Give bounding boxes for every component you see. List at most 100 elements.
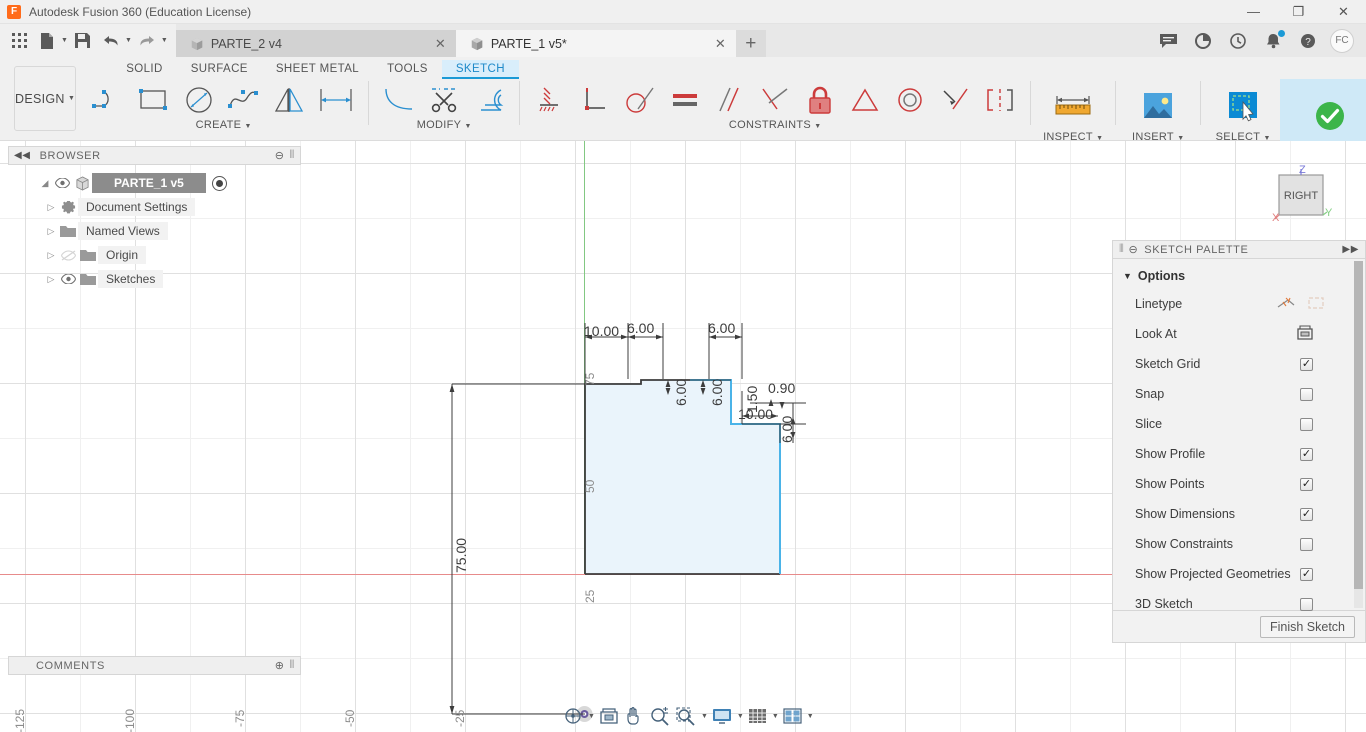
tree-row-root[interactable]: ◢ PARTE_1 v5: [8, 171, 301, 195]
option-linetype[interactable]: Linetype: [1113, 289, 1365, 319]
grip-icon[interactable]: ⦀: [290, 149, 295, 162]
new-document-icon[interactable]: [34, 28, 60, 54]
green-check-icon[interactable]: [1313, 89, 1347, 143]
show-dimensions-checkbox[interactable]: ✓: [1300, 507, 1313, 521]
redo-group[interactable]: ▼: [134, 28, 168, 54]
midpoint-icon[interactable]: [844, 80, 886, 120]
zoom-window-icon[interactable]: [674, 705, 698, 727]
tree-row-sketches[interactable]: ▷ Sketches: [8, 267, 301, 291]
chevron-down-icon[interactable]: ▼: [588, 713, 595, 720]
coincident-icon[interactable]: [934, 80, 976, 120]
equal-icon[interactable]: [664, 80, 706, 120]
expand-arrow-icon[interactable]: ◢: [38, 178, 52, 189]
tree-row-named-views[interactable]: ▷ Named Views: [8, 219, 301, 243]
comment-icon[interactable]: [1155, 28, 1181, 54]
mirror-icon[interactable]: [268, 80, 310, 120]
option-sketch-grid[interactable]: Sketch Grid ✓: [1113, 349, 1365, 379]
select-cursor-icon[interactable]: [1226, 79, 1260, 133]
snap-checkbox[interactable]: [1300, 387, 1313, 401]
visibility-off-eye-icon[interactable]: [58, 249, 78, 261]
show-projected-geometries-checkbox[interactable]: ✓: [1300, 567, 1313, 581]
expand-arrow-icon[interactable]: ▷: [44, 226, 58, 237]
chevron-down-icon[interactable]: ▼: [772, 713, 779, 720]
offset-icon[interactable]: [468, 80, 510, 120]
minimize-button[interactable]: —: [1231, 0, 1276, 24]
tree-row-document-settings[interactable]: ▷ Document Settings: [8, 195, 301, 219]
option-3d-sketch[interactable]: 3D Sketch: [1113, 589, 1365, 619]
tab-tools[interactable]: TOOLS: [373, 60, 442, 79]
avatar[interactable]: FC: [1330, 28, 1354, 53]
save-icon[interactable]: [70, 28, 96, 54]
option-show-dimensions[interactable]: Show Dimensions ✓: [1113, 499, 1365, 529]
tab-sheet-metal[interactable]: SHEET METAL: [262, 60, 373, 79]
perpendicular-icon[interactable]: [574, 80, 616, 120]
rectangle-icon[interactable]: [133, 80, 175, 120]
view-cube[interactable]: Z RIGHT X Y: [1261, 161, 1341, 231]
help-icon[interactable]: ?: [1295, 28, 1321, 54]
viewports-icon[interactable]: [781, 705, 804, 727]
panel-constraints-label[interactable]: CONSTRAINTS ▼: [729, 119, 822, 131]
insert-image-icon[interactable]: [1140, 79, 1176, 133]
show-points-checkbox[interactable]: ✓: [1300, 477, 1313, 491]
chevron-down-icon[interactable]: ▼: [1123, 271, 1132, 281]
centerline-icon[interactable]: [1307, 296, 1325, 313]
tab-surface[interactable]: SURFACE: [177, 60, 262, 79]
activate-component-radio[interactable]: [211, 175, 227, 191]
measure-icon[interactable]: [1051, 79, 1095, 133]
option-show-projected-geometries[interactable]: Show Projected Geometries ✓: [1113, 559, 1365, 589]
chevron-down-icon[interactable]: ▼: [66, 95, 75, 102]
chevron-down-icon[interactable]: ▼: [737, 713, 744, 720]
options-section-header[interactable]: ▼ Options: [1113, 259, 1365, 289]
look-at-icon[interactable]: [1297, 325, 1313, 343]
spline-icon[interactable]: [223, 80, 265, 120]
line-icon[interactable]: [88, 80, 130, 120]
trim-icon[interactable]: [423, 80, 465, 120]
panel-modify-label[interactable]: MODIFY ▼: [417, 119, 472, 131]
concentric-icon[interactable]: [889, 80, 931, 120]
tangent-icon[interactable]: [619, 80, 661, 120]
grip-icon[interactable]: ⦀: [290, 659, 295, 672]
chevron-down-icon[interactable]: ▼: [161, 37, 168, 44]
construction-line-icon[interactable]: [1277, 296, 1295, 313]
chevron-down-icon[interactable]: ▼: [807, 713, 814, 720]
tree-row-origin[interactable]: ▷ Origin: [8, 243, 301, 267]
3d-sketch-checkbox[interactable]: [1300, 597, 1313, 611]
close-icon[interactable]: ✕: [715, 36, 726, 52]
grid-snaps-icon[interactable]: [746, 705, 769, 727]
undo-icon[interactable]: [98, 28, 124, 54]
chevron-down-icon[interactable]: ▼: [61, 37, 68, 44]
palette-scrollbar-thumb[interactable]: [1354, 261, 1363, 589]
collinear-icon[interactable]: [754, 80, 796, 120]
dimension-icon[interactable]: [313, 80, 359, 120]
tab-sketch[interactable]: SKETCH: [441, 59, 519, 79]
zoom-icon[interactable]: [648, 705, 672, 727]
chevron-down-icon[interactable]: ▼: [701, 713, 708, 720]
look-at-icon[interactable]: [597, 705, 621, 727]
app-grid-icon[interactable]: [6, 28, 32, 54]
expand-right-icon[interactable]: ▶▶: [1342, 244, 1359, 255]
circle-icon[interactable]: [178, 80, 220, 120]
new-document-group[interactable]: ▼: [34, 28, 68, 54]
orbit-icon[interactable]: [561, 705, 585, 727]
symmetry-icon[interactable]: [979, 80, 1021, 120]
close-icon[interactable]: ✕: [435, 36, 446, 52]
horizontal-vertical-lock-icon[interactable]: [799, 80, 841, 120]
fillet-icon[interactable]: [378, 80, 420, 120]
grip-icon[interactable]: ⦀: [1119, 243, 1124, 256]
collapse-left-icon[interactable]: ◀◀: [14, 150, 31, 161]
option-snap[interactable]: Snap: [1113, 379, 1365, 409]
option-slice[interactable]: Slice: [1113, 409, 1365, 439]
option-show-points[interactable]: Show Points ✓: [1113, 469, 1365, 499]
display-settings-icon[interactable]: [710, 705, 734, 727]
expand-arrow-icon[interactable]: ▷: [44, 202, 58, 213]
comments-header[interactable]: COMMENTS ⊕ ⦀: [8, 656, 301, 675]
option-show-profile[interactable]: Show Profile ✓: [1113, 439, 1365, 469]
new-tab-button[interactable]: +: [735, 30, 766, 57]
expand-arrow-icon[interactable]: ▷: [44, 250, 58, 261]
minus-circle-icon[interactable]: ⊖: [1128, 243, 1138, 256]
panel-inspect[interactable]: INSPECT ▼: [1036, 79, 1110, 143]
pan-icon[interactable]: [623, 705, 646, 727]
notification-icon[interactable]: [1260, 28, 1286, 54]
undo-group[interactable]: ▼: [98, 28, 132, 54]
document-tab-parte1[interactable]: PARTE_1 v5* ✕: [455, 30, 736, 57]
